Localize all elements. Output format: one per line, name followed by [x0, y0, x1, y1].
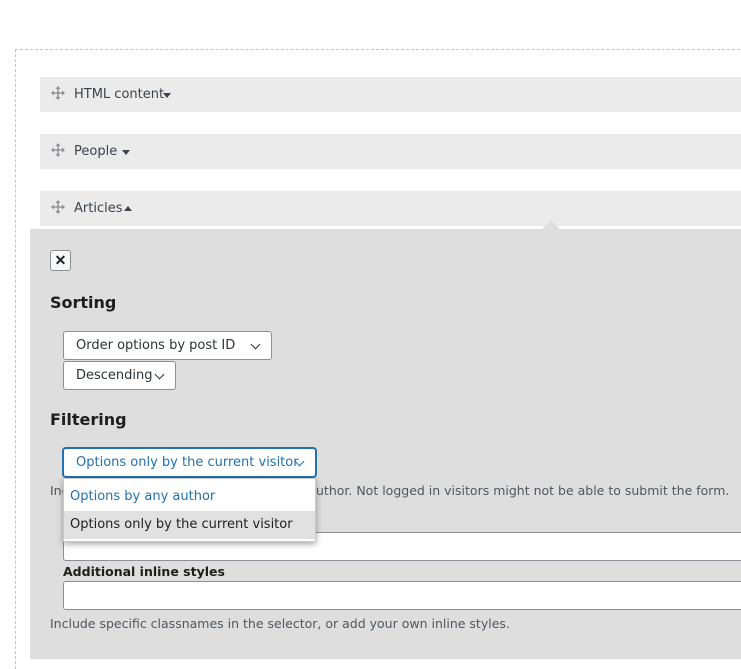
caret-down-icon[interactable] — [122, 150, 130, 155]
order-direction-select[interactable]: Descending — [63, 361, 176, 390]
inline-styles-input[interactable] — [63, 581, 741, 610]
section-border-left — [15, 49, 16, 669]
sorting-heading: Sorting — [50, 293, 117, 312]
block-articles[interactable]: Articles — [40, 191, 741, 226]
order-by-select[interactable]: Order options by post ID — [63, 331, 272, 360]
block-label: HTML content — [74, 87, 165, 102]
close-button[interactable]: ✕ — [50, 250, 71, 271]
inline-styles-label: Additional inline styles — [63, 564, 225, 579]
move-arrows-icon[interactable] — [51, 143, 65, 157]
caret-up-icon[interactable] — [124, 206, 132, 211]
caret-down-icon[interactable] — [163, 93, 171, 98]
option-current-visitor[interactable]: Options only by the current visitor — [64, 511, 315, 539]
author-filter-select[interactable]: Options only by the current visitor — [63, 448, 316, 477]
move-arrows-icon[interactable] — [51, 86, 65, 100]
styles-help-text: Include specific classnames in the selec… — [50, 616, 510, 631]
chevron-down-icon — [154, 369, 165, 380]
option-any-author[interactable]: Options by any author — [64, 483, 315, 511]
filter-help-text-end: uthor. Not logged in visitors might not … — [316, 483, 730, 498]
block-people[interactable]: People — [40, 134, 741, 169]
block-html-content[interactable]: HTML content — [40, 77, 741, 112]
author-filter-value: Options only by the current visitor — [76, 455, 299, 470]
filtering-heading: Filtering — [50, 410, 127, 429]
block-label: People — [74, 144, 118, 159]
block-label: Articles — [74, 201, 123, 216]
chevron-down-icon — [250, 339, 261, 350]
section-border-top — [15, 49, 741, 50]
order-direction-value: Descending — [76, 368, 153, 383]
order-by-value: Order options by post ID — [76, 338, 236, 353]
author-filter-dropdown: Options by any author Options only by th… — [63, 478, 316, 542]
move-arrows-icon[interactable] — [51, 200, 65, 214]
